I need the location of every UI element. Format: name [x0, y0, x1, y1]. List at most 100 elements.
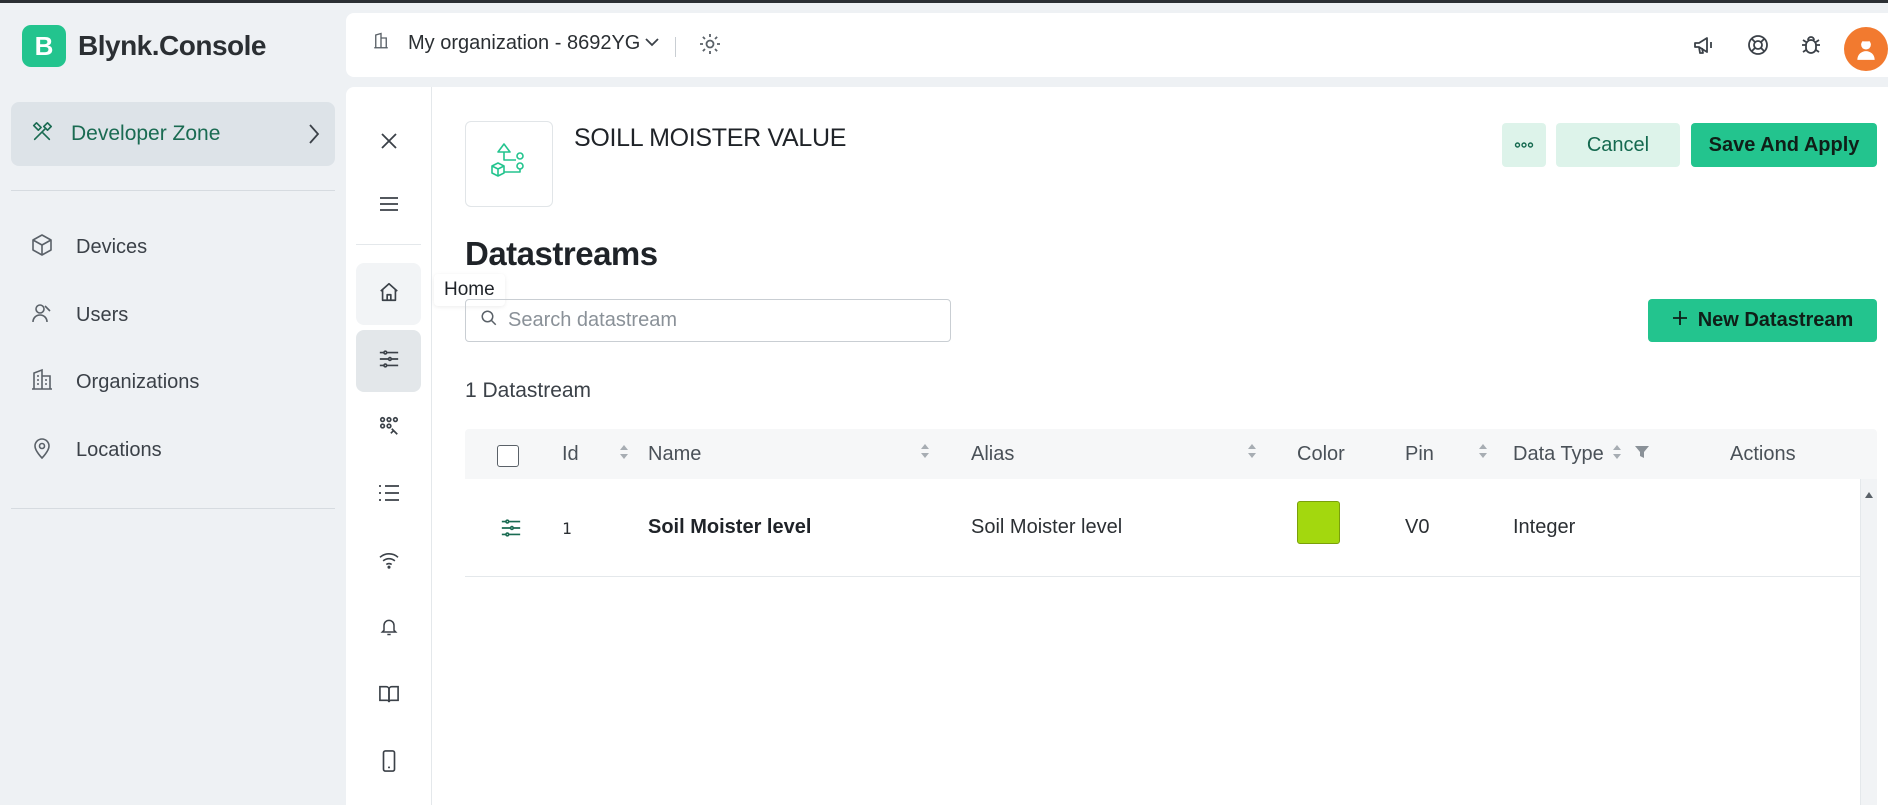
template-icon [488, 142, 530, 187]
page-title: Datastreams [465, 235, 658, 272]
events-icon [378, 415, 400, 442]
more-dots-icon [1514, 136, 1534, 154]
home-icon [378, 281, 400, 308]
app-name: Blynk.Console [78, 30, 266, 61]
save-and-apply-button[interactable]: Save And Apply [1691, 123, 1877, 167]
rail-divider [356, 244, 421, 245]
sidebar-item-label: Locations [76, 438, 162, 461]
rail-item-events[interactable] [356, 397, 421, 459]
cell-data-type: Integer [1513, 516, 1576, 538]
select-all-checkbox[interactable] [497, 445, 519, 467]
sidebar-item-organizations[interactable]: Organizations [30, 362, 199, 402]
sidebar-item-label: Users [76, 303, 129, 326]
sort-icon[interactable] [1247, 443, 1257, 459]
rail-item-datastreams[interactable] [356, 330, 421, 392]
book-icon [378, 684, 400, 709]
close-button[interactable] [356, 112, 421, 174]
template-nav-rail [346, 87, 432, 805]
sidebar-divider [11, 508, 335, 509]
column-header-data-type[interactable]: Data Type [1513, 443, 1650, 466]
table-row[interactable]: 1 Soil Moister level Soil Moister level … [465, 479, 1877, 577]
column-header-id[interactable]: Id [562, 443, 629, 466]
rail-item-connectivity[interactable] [356, 531, 421, 593]
table-scrollbar[interactable] [1860, 479, 1877, 805]
rail-item-mobile[interactable] [356, 732, 421, 794]
scroll-up-arrow-icon[interactable] [1865, 485, 1873, 503]
wifi-icon [378, 551, 400, 574]
datastreams-icon [500, 517, 522, 544]
cube-icon [30, 233, 54, 262]
plus-icon [1672, 309, 1688, 332]
template-image[interactable] [465, 121, 553, 207]
building-icon [372, 31, 390, 56]
organization-selector[interactable]: My organization - 8692YG [372, 31, 660, 56]
building-icon [30, 368, 54, 397]
gear-icon[interactable] [698, 32, 722, 61]
sort-icon[interactable] [619, 443, 629, 466]
bell-icon [379, 616, 399, 643]
menu-icon [379, 196, 399, 217]
sidebar-item-locations[interactable]: Locations [30, 430, 162, 470]
bug-icon[interactable] [1799, 33, 1823, 62]
column-label: Id [562, 443, 579, 465]
sort-icon[interactable] [920, 443, 930, 459]
rail-item-home[interactable] [356, 263, 421, 325]
sidebar-item-users[interactable]: Users [30, 295, 128, 335]
window-top-border [0, 0, 1888, 3]
cell-id: 1 [562, 519, 572, 538]
new-datastream-button[interactable]: New Datastream [1648, 299, 1877, 342]
organization-name: My organization - 8692YG [408, 32, 641, 54]
template-name: SOILL MOISTER VALUE [574, 124, 847, 152]
main-panel: Home SOILL MOISTER VALUE Cancel Save And… [346, 87, 1888, 805]
list-icon [378, 484, 400, 507]
cell-pin: V0 [1405, 516, 1430, 538]
sidebar-item-devices[interactable]: Devices [30, 227, 147, 267]
sidebar-divider [11, 190, 335, 191]
pin-icon [30, 436, 54, 465]
search-field[interactable] [465, 299, 951, 342]
search-icon [480, 309, 498, 332]
column-header-color: Color [1297, 443, 1345, 466]
developer-zone-label: Developer Zone [71, 122, 221, 145]
column-label: Pin [1405, 443, 1434, 465]
table-header: Id Name Alias Color Pin Data Type Action… [465, 429, 1877, 479]
column-header-alias[interactable]: Alias [971, 443, 1014, 466]
sort-icon[interactable] [1612, 443, 1622, 466]
column-label: Data Type [1513, 443, 1604, 465]
new-datastream-label: New Datastream [1697, 309, 1854, 331]
sidebar-item-label: Devices [76, 235, 148, 258]
mobile-icon [381, 749, 397, 777]
megaphone-icon[interactable] [1692, 33, 1716, 62]
column-header-pin[interactable]: Pin [1405, 443, 1434, 466]
user-icon [30, 301, 54, 330]
search-input[interactable] [508, 309, 938, 332]
chevron-right-icon [307, 122, 321, 151]
cell-alias: Soil Moister level [971, 516, 1123, 538]
logo-badge: B [22, 25, 66, 67]
color-swatch [1297, 501, 1340, 544]
chevron-down-icon [644, 35, 660, 53]
app-logo[interactable]: B Blynk.Console [22, 25, 266, 67]
developer-zone-button[interactable]: Developer Zone [11, 102, 335, 166]
datastream-count: 1 Datastream [465, 379, 592, 402]
menu-button[interactable] [356, 175, 421, 237]
cell-name[interactable]: Soil Moister level [648, 516, 811, 539]
column-label: Color [1297, 443, 1345, 465]
help-ring-icon[interactable] [1746, 33, 1770, 62]
avatar[interactable] [1844, 27, 1888, 71]
column-header-name[interactable]: Name [648, 443, 701, 466]
column-label: Actions [1730, 443, 1796, 465]
column-label: Alias [971, 443, 1015, 465]
column-label: Name [648, 443, 702, 465]
sort-icon[interactable] [1478, 443, 1488, 459]
rail-item-docs[interactable] [356, 665, 421, 727]
cancel-button[interactable]: Cancel [1556, 123, 1680, 167]
filter-icon[interactable] [1634, 443, 1650, 466]
rail-item-notifications[interactable] [356, 598, 421, 660]
tools-icon [31, 121, 53, 148]
more-options-button[interactable] [1502, 123, 1546, 167]
close-icon [380, 132, 398, 155]
rail-item-list[interactable] [356, 464, 421, 526]
header-divider [675, 37, 676, 57]
top-header: My organization - 8692YG [346, 13, 1888, 77]
